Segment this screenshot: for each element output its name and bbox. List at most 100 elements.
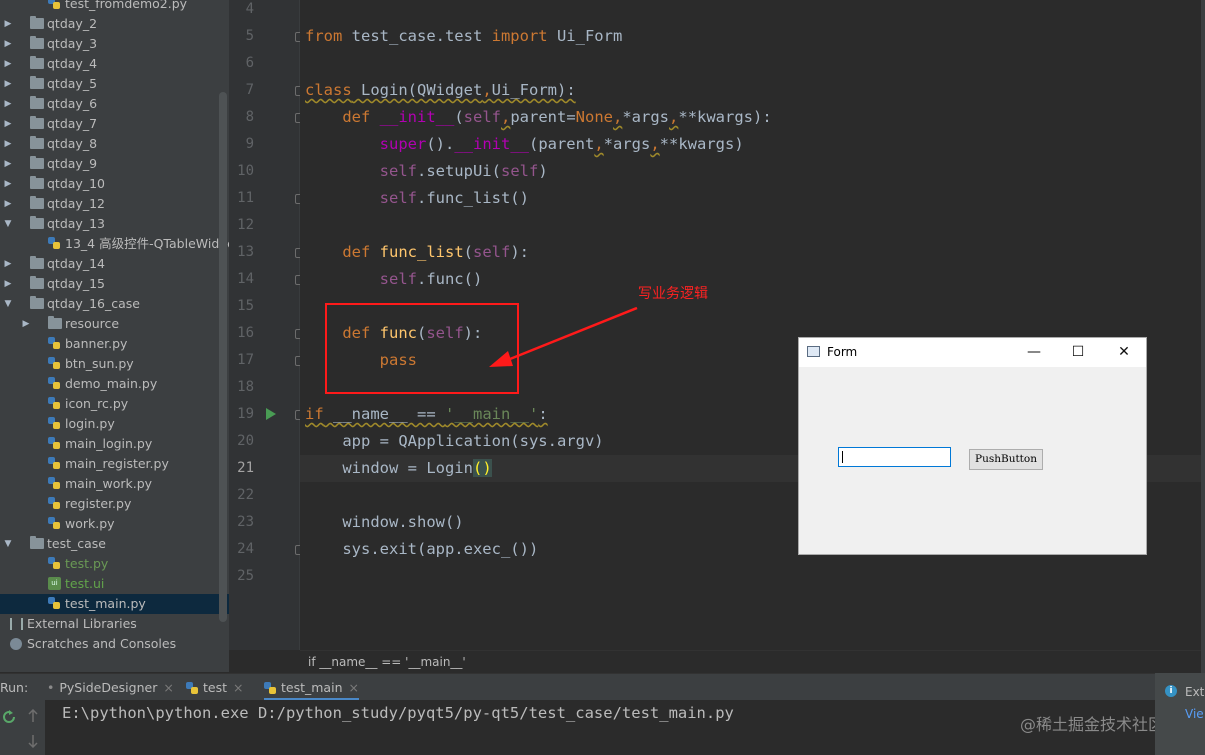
tree-folder-row[interactable]: ▶ qtday_6 — [0, 94, 229, 114]
tree-folder-row[interactable]: ▶ qtday_10 — [0, 174, 229, 194]
code-line: self.setupUi(self) — [379, 162, 548, 180]
tree-item-label: qtday_5 — [47, 76, 98, 91]
chevron-right-icon[interactable]: ▶ — [2, 274, 14, 294]
tree-folder-row[interactable]: ▶ qtday_14 — [0, 254, 229, 274]
tree-folder-row[interactable]: ▶ qtday_3 — [0, 34, 229, 54]
tree-file-row[interactable]: External Libraries — [0, 614, 229, 634]
minimize-button[interactable]: — — [1011, 338, 1057, 367]
chevron-right-icon[interactable]: ▶ — [2, 114, 14, 134]
tree-folder-row[interactable]: ▶ qtday_4 — [0, 54, 229, 74]
code-line: def __init__(self,parent=None,*args,**kw… — [342, 108, 772, 126]
tree-item-label: register.py — [65, 496, 132, 511]
chevron-right-icon[interactable]: ▶ — [20, 314, 32, 334]
tree-folder-row[interactable]: ▶ qtday_8 — [0, 134, 229, 154]
chevron-down-icon[interactable]: ▼ — [2, 294, 14, 314]
code-line: app = QApplication(sys.argv) — [305, 432, 604, 450]
tree-file-row[interactable]: ui test.ui — [0, 574, 229, 594]
tree-file-row[interactable]: icon_rc.py — [0, 394, 229, 414]
code-line: super().__init__(parent,*args,**kwargs) — [379, 135, 744, 153]
chevron-right-icon[interactable]: ▶ — [2, 134, 14, 154]
tree-folder-row[interactable]: ▼ test_case — [0, 534, 229, 554]
tree-folder-row[interactable]: ▶ qtday_5 — [0, 74, 229, 94]
scroll-down-icon[interactable] — [27, 734, 39, 748]
notification-link[interactable]: Vie — [1185, 707, 1204, 721]
form-title-bar[interactable]: Form — ☐ ✕ — [799, 338, 1146, 367]
tree-file-row[interactable]: Scratches and Consoles — [0, 634, 229, 654]
qt-form-window[interactable]: Form — ☐ ✕ PushButton — [798, 337, 1147, 555]
run-console[interactable]: E:\python\python.exe D:/python_study/pyq… — [45, 700, 1155, 755]
tree-folder-row[interactable]: ▼ qtday_16_case — [0, 294, 229, 314]
chevron-right-icon[interactable]: ▶ — [2, 14, 14, 34]
folder-icon — [30, 196, 44, 209]
tree-folder-row[interactable]: ▶ qtday_2 — [0, 14, 229, 34]
line-number: 8 — [245, 109, 254, 125]
tree-file-row[interactable]: test.py — [0, 554, 229, 574]
tree-item-label: qtday_9 — [47, 156, 98, 171]
line-number: 6 — [245, 55, 254, 71]
tree-file-row[interactable]: main_register.py — [0, 454, 229, 474]
tree-folder-row[interactable]: ▶ resource — [0, 314, 229, 334]
line-edit-input[interactable] — [838, 447, 951, 467]
chevron-right-icon[interactable]: ▶ — [2, 154, 14, 174]
folder-icon — [30, 276, 44, 289]
tree-file-row[interactable]: main_login.py — [0, 434, 229, 454]
tree-file-row[interactable]: test_fromdemo2.py — [0, 0, 229, 14]
tree-file-row[interactable]: main_work.py — [0, 474, 229, 494]
tab-close-icon[interactable]: × — [233, 680, 243, 695]
tree-file-row[interactable]: btn_sun.py — [0, 354, 229, 374]
chevron-right-icon[interactable]: ▶ — [2, 174, 14, 194]
project-tree[interactable]: test_fromdemo2.py ▶ qtday_2 ▶ qtday_3 ▶ qtday_… — [0, 0, 229, 672]
tab-close-icon[interactable]: × — [349, 680, 359, 695]
maximize-button[interactable]: ☐ — [1055, 338, 1101, 367]
chevron-right-icon[interactable]: ▶ — [2, 34, 14, 54]
python-file-icon — [48, 417, 60, 430]
rerun-icon[interactable] — [2, 710, 16, 724]
tree-item-label: test.ui — [65, 576, 105, 591]
ui-file-icon: ui — [48, 577, 61, 590]
code-line: def func_list(self): — [342, 243, 530, 261]
python-file-icon — [48, 597, 60, 610]
python-file-icon — [48, 357, 60, 370]
chevron-right-icon[interactable]: ▶ — [2, 254, 14, 274]
tree-folder-row[interactable]: ▶ qtday_15 — [0, 274, 229, 294]
tab-pysidedesigner[interactable]: • PySideDesigner × — [47, 674, 174, 701]
tab-test[interactable]: test × — [186, 674, 244, 701]
python-file-icon — [48, 397, 60, 410]
line-number-current: 21 — [237, 460, 254, 476]
chevron-down-icon[interactable]: ▼ — [2, 534, 14, 554]
tree-file-row[interactable]: login.py — [0, 414, 229, 434]
breadcrumb-label[interactable]: if __name__ == '__main__' — [308, 655, 466, 669]
tree-folder-row[interactable]: ▼ qtday_13 — [0, 214, 229, 234]
tree-folder-row[interactable]: ▶ qtday_12 — [0, 194, 229, 214]
notification-panel[interactable]: i Ext Vie — [1155, 673, 1205, 755]
tab-close-icon[interactable]: × — [163, 680, 173, 695]
editor-gutter: 4 5 6 7 8 9 10 11 12 13 14 15 16 17 18 1… — [229, 0, 324, 650]
tree-item-label: test_fromdemo2.py — [65, 0, 188, 11]
line-number: 15 — [237, 298, 254, 314]
run-gutter-icon[interactable] — [265, 407, 277, 421]
chevron-down-icon[interactable]: ▼ — [2, 214, 14, 234]
editor-breadcrumb[interactable]: if __name__ == '__main__' — [300, 650, 1201, 674]
tree-folder-row[interactable]: ▶ qtday_7 — [0, 114, 229, 134]
chevron-right-icon[interactable]: ▶ — [2, 74, 14, 94]
tree-file-row[interactable]: banner.py — [0, 334, 229, 354]
tab-test-main[interactable]: test_main × — [264, 674, 359, 701]
push-button[interactable]: PushButton — [969, 449, 1043, 470]
line-number: 16 — [237, 325, 254, 341]
python-icon — [186, 682, 198, 694]
tree-folder-row[interactable]: ▶ qtday_9 — [0, 154, 229, 174]
tree-file-row[interactable]: register.py — [0, 494, 229, 514]
close-button[interactable]: ✕ — [1101, 338, 1147, 367]
scratches-icon — [10, 638, 22, 650]
chevron-right-icon[interactable]: ▶ — [2, 54, 14, 74]
chevron-right-icon[interactable]: ▶ — [2, 194, 14, 214]
line-number: 17 — [237, 352, 254, 368]
tree-item-label: test.py — [65, 556, 109, 571]
scroll-up-icon[interactable] — [27, 709, 39, 723]
chevron-right-icon[interactable]: ▶ — [2, 94, 14, 114]
tree-file-row[interactable]: test_main.py — [0, 594, 229, 614]
tree-file-row[interactable]: demo_main.py — [0, 374, 229, 394]
tree-file-row[interactable]: work.py — [0, 514, 229, 534]
tree-file-row[interactable]: 13_4 高级控件-QTableWidget — [0, 234, 229, 254]
line-number: 23 — [237, 514, 254, 530]
